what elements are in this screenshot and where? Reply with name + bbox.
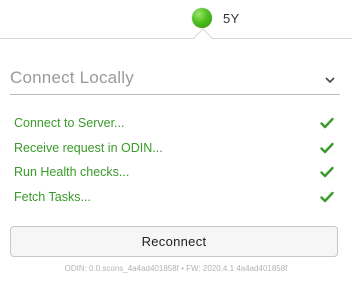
reconnect-button[interactable]: Reconnect (10, 226, 338, 257)
checkmark-icon (320, 167, 334, 178)
connection-mode-dropdown[interactable]: Connect Locally (10, 61, 340, 95)
connection-mode-label: Connect Locally (10, 67, 134, 87)
status-label: 5Y (223, 10, 240, 26)
connection-status[interactable]: 5Y (192, 7, 240, 29)
step-label: Fetch Tasks... (14, 189, 91, 204)
connection-popover: Connect Locally Connect to Server... Rec… (0, 28, 352, 288)
step-label: Connect to Server... (14, 116, 125, 131)
top-bar: 5Y (0, 0, 352, 38)
step-health-checks: Run Health checks... (14, 160, 336, 185)
step-receive-request: Receive request in ODIN... (14, 136, 336, 161)
checkmark-icon (320, 191, 334, 202)
step-connect-server: Connect to Server... (14, 111, 336, 136)
step-label: Receive request in ODIN... (14, 140, 163, 155)
status-indicator-icon (192, 8, 212, 28)
checkmark-icon (320, 118, 334, 129)
version-info: ODIN: 0.0.scons_4a4ad401858f • FW: 2020.… (64, 264, 288, 273)
step-fetch-tasks: Fetch Tasks... (14, 185, 336, 210)
chevron-down-icon (325, 76, 335, 83)
checkmark-icon (320, 142, 334, 153)
step-label: Run Health checks... (14, 165, 130, 180)
connection-steps-list: Connect to Server... Receive request in … (14, 111, 336, 209)
